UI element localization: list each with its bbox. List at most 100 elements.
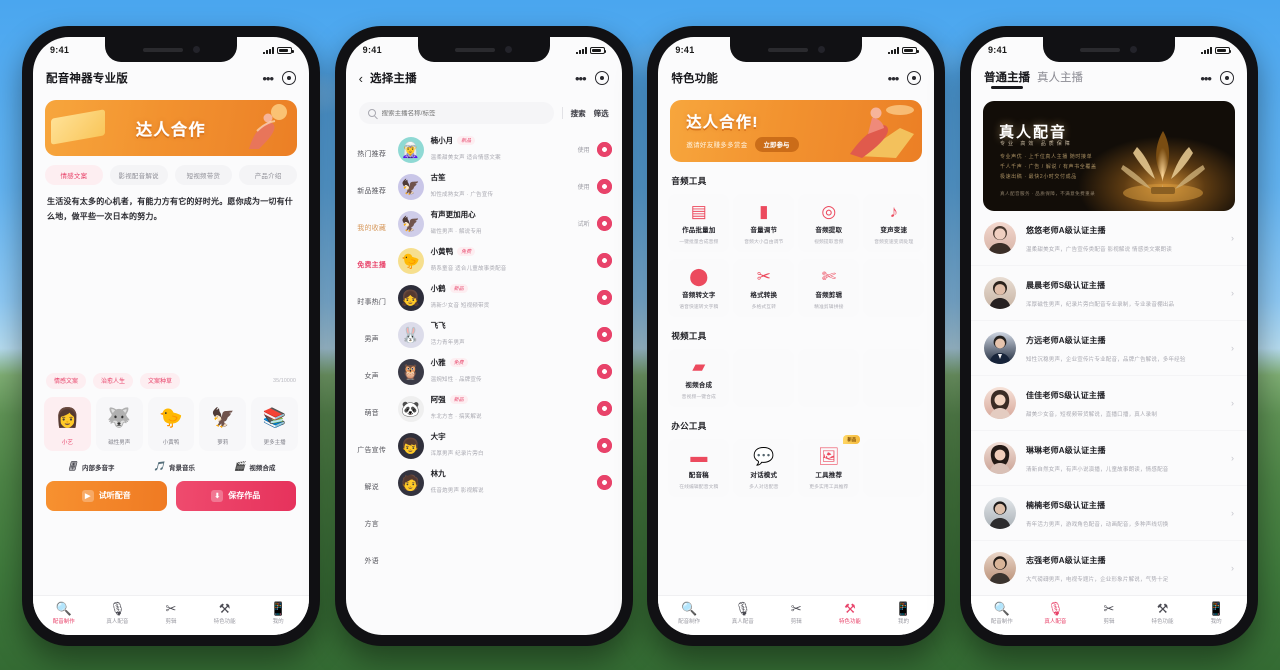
- banner-cta-button[interactable]: 立即参与: [754, 136, 799, 152]
- anchor-row-1[interactable]: 晨晨老师S级认证主播 浑厚磁性男声，纪录片旁白配音专业录制，专业录音棚出品 ›: [970, 266, 1247, 321]
- tool-audio-to-text[interactable]: ⬤ 音频转文字 语音快速转文字稿: [668, 259, 730, 317]
- tab-edit[interactable]: ✂ 剪辑: [770, 602, 824, 625]
- tool-extract-audio[interactable]: ◎ 音频提取 视频提取音频: [798, 194, 860, 252]
- chip-3[interactable]: 产品介绍: [239, 165, 297, 185]
- close-circle-icon[interactable]: [907, 71, 922, 85]
- tab-features[interactable]: ⚒ 特色功能: [198, 602, 252, 625]
- voice-option-0[interactable]: 👩 小艺: [44, 396, 91, 451]
- anchor-row-3[interactable]: 佳佳老师S级认证主播 甜美少女音，短视频带货解说，直播口播，真人录制 ›: [970, 376, 1247, 431]
- tool-dialog-mode[interactable]: 💬 对话模式 多人对话配音: [733, 439, 795, 497]
- phone3-promo-banner[interactable]: 达人合作! 邀请好友赚多多赏金 立即参与: [670, 100, 923, 162]
- voice-list-item-4[interactable]: 👧 小鹤 新品 清新少女音 短视频带货: [397, 279, 612, 316]
- sidebar-item-6[interactable]: 女声: [346, 357, 398, 394]
- search-link[interactable]: 搜索: [571, 108, 586, 119]
- voice-list-item-0[interactable]: 🧝‍♀️ 楠小月 新品 温柔甜美女声 适合情感文案 使用: [397, 131, 612, 168]
- chip-2[interactable]: 短视频带货: [174, 165, 233, 185]
- tool-voice-change[interactable]: ♪ 变声变速 音频变速变调处理: [863, 194, 925, 252]
- tab-dubbing[interactable]: 🔍 配音制作: [37, 602, 91, 625]
- filter-link[interactable]: 筛选: [594, 108, 609, 119]
- voice-option-more[interactable]: 📚 更多主播: [251, 396, 298, 451]
- voice-list-item-6[interactable]: 🦉 小雅 免费 温婉知性 · 品牌宣传: [397, 353, 612, 390]
- chip-0[interactable]: 情感文案: [45, 165, 103, 185]
- play-button[interactable]: [596, 438, 612, 453]
- play-button[interactable]: [596, 253, 612, 268]
- sidebar-item-4[interactable]: 时事热门: [346, 283, 398, 320]
- more-icon[interactable]: •••: [262, 72, 274, 85]
- sidebar-item-8[interactable]: 广告宣传: [346, 431, 398, 468]
- play-button[interactable]: [596, 216, 612, 231]
- option-bgm[interactable]: 🎵 背景音乐: [154, 462, 195, 472]
- tab-dubbing[interactable]: 🔍 配音制作: [662, 602, 716, 625]
- tab-edit[interactable]: ✂ 剪辑: [1082, 602, 1136, 625]
- tab-features[interactable]: ⚒ 特色功能: [1136, 602, 1190, 625]
- tool-recommend[interactable]: 新品 🖼 工具推荐 更多实用工具推荐: [798, 435, 861, 497]
- hero-banner[interactable]: 真人配音 专业 高效 品质保障 专业声优 · 上千位真人主播 随时接单 千人千声…: [982, 101, 1235, 211]
- tab-mine[interactable]: 📱 我的: [1189, 602, 1243, 625]
- voice-option-2[interactable]: 🐤 小黄鸭: [147, 396, 195, 451]
- voice-list-item-9[interactable]: 🧑 林九 低音炮男声 影视解说: [397, 464, 612, 501]
- play-button[interactable]: [596, 179, 612, 194]
- use-label[interactable]: 使用: [578, 145, 590, 154]
- chevron-right-icon[interactable]: ›: [1231, 398, 1234, 408]
- anchor-row-5[interactable]: 楠楠老师S级认证主播 青年活力男声，游戏角色配音，动画配音，多种声线切换 ›: [970, 486, 1247, 541]
- play-button[interactable]: [596, 475, 612, 490]
- close-circle-icon[interactable]: [282, 71, 296, 85]
- sidebar-item-0[interactable]: 热门推荐: [346, 135, 398, 172]
- chevron-right-icon[interactable]: ›: [1231, 563, 1234, 573]
- anchor-row-2[interactable]: 方远老师A级认证主播 知性沉稳男声，企业宣传片专业配音，品牌广告解说，多年经验 …: [970, 321, 1247, 376]
- chevron-right-icon[interactable]: ›: [1231, 453, 1234, 463]
- tool-volume[interactable]: ▮ 音量调节 音频大小自由调节: [733, 194, 795, 252]
- voice-list-item-5[interactable]: 🐰 飞飞 活力青年男声: [397, 316, 612, 353]
- anchor-row-4[interactable]: 琳琳老师A级认证主播 清新自然女声，有声小说演播，儿童故事朗读，情感配音 ›: [970, 431, 1247, 486]
- close-circle-icon[interactable]: [1219, 71, 1234, 85]
- tab-edit[interactable]: ✂ 剪辑: [144, 602, 198, 625]
- search-input[interactable]: [381, 109, 545, 117]
- save-button[interactable]: ⬇ 保存作品: [175, 480, 296, 511]
- tag-1[interactable]: 治愈人生: [93, 372, 134, 389]
- play-button[interactable]: [596, 364, 612, 379]
- script-text-area[interactable]: 生活没有太多的心机者，有能力方有它的好时光。愿你成为一切有什么地，做平些一次日本…: [33, 185, 309, 225]
- tool-video-merge[interactable]: ▰ 视频合成 音视频一键合成: [668, 349, 730, 407]
- voice-option-3[interactable]: 🦅 萝莉: [199, 396, 247, 451]
- play-button[interactable]: [596, 327, 612, 342]
- option-video-merge[interactable]: 🎬 视频合成: [234, 462, 275, 472]
- chip-1[interactable]: 影视配音解说: [109, 165, 168, 185]
- chevron-right-icon[interactable]: ›: [1231, 343, 1234, 353]
- tab-normal-anchor[interactable]: 普通主播: [984, 69, 1030, 89]
- tag-2[interactable]: 文案种草: [140, 372, 181, 389]
- voice-list-item-2[interactable]: 🦅 有声更加用心 磁性男声 · 解说专用 试听: [397, 205, 612, 242]
- chevron-right-icon[interactable]: ›: [1231, 508, 1234, 518]
- use-label[interactable]: 使用: [578, 182, 590, 191]
- sidebar-item-10[interactable]: 方言: [346, 505, 398, 542]
- use-label[interactable]: 试听: [578, 219, 590, 228]
- tab-real-voice[interactable]: 🎙 真人配音: [1029, 602, 1083, 625]
- more-icon[interactable]: •••: [1200, 72, 1212, 85]
- sidebar-item-9[interactable]: 解说: [346, 468, 398, 505]
- close-circle-icon[interactable]: [594, 71, 609, 85]
- sidebar-item-2[interactable]: 我的收藏: [346, 209, 398, 246]
- anchor-row-6[interactable]: 志强老师A级认证主播 大气磅礴男声，电视专题片，企业形象片解说，气势十足 ›: [971, 541, 1247, 595]
- more-icon[interactable]: •••: [575, 72, 587, 85]
- tab-mine[interactable]: 📱 我的: [877, 602, 931, 625]
- play-button[interactable]: [596, 401, 612, 416]
- tab-features[interactable]: ⚒ 特色功能: [823, 602, 877, 625]
- voice-list-item-1[interactable]: 🦅 古笙 知性成熟女声 · 广告宣传 使用: [397, 168, 612, 205]
- tab-dubbing[interactable]: 🔍 配音制作: [975, 602, 1029, 625]
- chevron-right-icon[interactable]: ›: [1231, 288, 1234, 298]
- chevron-right-icon[interactable]: ›: [1231, 233, 1234, 243]
- sidebar-item-11[interactable]: 外语: [346, 542, 398, 579]
- tool-audio-cut[interactable]: ✄ 音频剪辑 精准剪辑拼接: [798, 259, 860, 317]
- option-polyphone[interactable]: 🎚 内部多音字: [67, 462, 115, 472]
- voice-list-item-7[interactable]: 🐼 阿强 新品 东北方言 · 搞笑解说: [397, 390, 612, 427]
- sidebar-item-3[interactable]: 免费主播: [346, 246, 398, 283]
- tag-0[interactable]: 情感文案: [46, 372, 87, 389]
- tab-real-voice[interactable]: 🎙 真人配音: [91, 602, 145, 625]
- tool-script[interactable]: ▬ 配音稿 在线编辑配音文稿: [668, 439, 730, 497]
- play-button[interactable]: [596, 142, 612, 157]
- sidebar-item-7[interactable]: 萌音: [346, 394, 398, 431]
- voice-option-1[interactable]: 🐺 磁性男声: [95, 396, 143, 451]
- play-button[interactable]: [596, 290, 612, 305]
- tab-real-voice[interactable]: 🎙 真人配音: [716, 602, 770, 625]
- tool-batch-add[interactable]: ▤ 作品批量加 一键批量合成音频: [668, 194, 730, 252]
- anchor-row-0[interactable]: 悠悠老师A级认证主播 温柔甜美女声，广告宣传类配音 影视解说 情感类文案朗读 ›: [970, 211, 1247, 266]
